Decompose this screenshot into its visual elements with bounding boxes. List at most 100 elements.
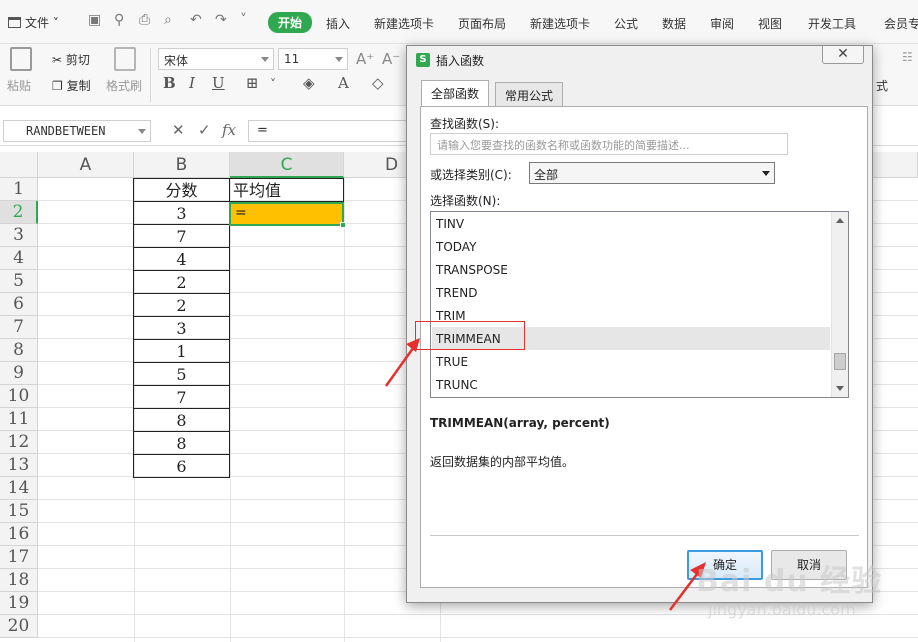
save-icon[interactable]: ▣ <box>88 12 101 28</box>
row-header[interactable]: 10 <box>0 385 38 408</box>
row-header[interactable]: 18 <box>0 569 38 592</box>
row-header[interactable]: 12 <box>0 431 38 454</box>
column-header-c[interactable]: C <box>230 152 344 178</box>
row-header[interactable]: 20 <box>0 615 38 638</box>
cancel-formula-icon[interactable]: ✕ <box>172 121 185 139</box>
cell-c1[interactable]: 平均值 <box>229 178 344 202</box>
scroll-down-icon[interactable] <box>836 386 844 391</box>
row-header[interactable]: 9 <box>0 362 38 385</box>
score-cell[interactable]: 7 <box>133 224 230 248</box>
score-cell[interactable]: 4 <box>133 247 230 271</box>
score-cell[interactable]: 5 <box>133 362 230 386</box>
italic-button[interactable]: I <box>189 74 195 92</box>
row-header[interactable]: 15 <box>0 500 38 523</box>
tab-common-formulas[interactable]: 常用公式 <box>495 82 564 106</box>
scroll-thumb[interactable] <box>834 353 846 370</box>
copy-button[interactable]: ❐ 复制 <box>52 77 91 94</box>
formula-input[interactable]: = <box>248 120 418 142</box>
font-name-select[interactable]: 宋体 <box>158 48 274 70</box>
score-cell[interactable]: 7 <box>133 385 230 409</box>
score-cell[interactable]: 2 <box>133 270 230 294</box>
category-select[interactable]: 全部 <box>529 162 775 184</box>
cloud-icon[interactable]: ⚲ <box>114 12 124 28</box>
tab-developer[interactable]: 开发工具 <box>808 15 856 32</box>
paste-icon[interactable] <box>10 47 32 71</box>
redo-icon[interactable]: ↷ <box>215 12 227 28</box>
scroll-up-icon[interactable] <box>836 218 844 223</box>
row-header[interactable]: 5 <box>0 270 38 293</box>
borders-dropdown-icon[interactable]: ˅ <box>270 77 276 91</box>
active-cell-c2[interactable]: = <box>229 202 346 228</box>
function-list-item[interactable]: TRUNC <box>432 373 830 396</box>
row-header[interactable]: 1 <box>0 178 38 201</box>
paste-button[interactable]: 粘贴 <box>7 77 31 94</box>
font-size-select[interactable]: 11 <box>278 48 348 70</box>
column-header-b[interactable]: B <box>134 152 230 178</box>
row-header[interactable]: 2 <box>0 201 38 224</box>
tab-member[interactable]: 会员专 <box>884 15 918 32</box>
name-box[interactable]: RANDBETWEEN <box>3 120 151 142</box>
tab-new-1[interactable]: 新建选项卡 <box>374 15 434 32</box>
row-header[interactable]: 19 <box>0 592 38 615</box>
tab-review[interactable]: 审阅 <box>710 15 734 32</box>
row-header[interactable]: 16 <box>0 523 38 546</box>
score-cell[interactable]: 3 <box>133 316 230 340</box>
file-menu[interactable]: 文件 ˅ <box>8 14 59 31</box>
dialog-title-bar[interactable]: S 插入函数 ✕ <box>407 46 872 74</box>
print-preview-icon[interactable]: ⌕ <box>164 12 172 28</box>
row-header[interactable]: 14 <box>0 477 38 500</box>
format-painter-icon[interactable] <box>114 47 136 71</box>
ribbon-more-icon[interactable]: ☷ <box>902 50 913 64</box>
function-search-input[interactable]: 请输入您要查找的函数名称或函数功能的简要描述... <box>430 133 788 155</box>
function-list-item[interactable]: TINV <box>432 212 830 235</box>
function-list-item[interactable]: TREND <box>432 281 830 304</box>
function-list-item[interactable]: TRUE <box>432 350 830 373</box>
cell-b1[interactable]: 分数 <box>133 178 230 202</box>
tab-data[interactable]: 数据 <box>662 15 686 32</box>
cut-button[interactable]: ✂ 剪切 <box>52 51 90 68</box>
clear-format-icon[interactable]: ◇ <box>372 74 384 92</box>
score-cell[interactable]: 6 <box>133 454 230 478</box>
font-color-icon[interactable]: A <box>338 74 349 92</box>
row-header[interactable]: 8 <box>0 339 38 362</box>
quick-access-more-icon[interactable]: ˅ <box>240 12 247 28</box>
score-cell[interactable]: 2 <box>133 293 230 317</box>
score-cell[interactable]: 8 <box>133 431 230 455</box>
insert-function-icon[interactable]: fx <box>222 121 236 139</box>
score-cell[interactable]: 3 <box>133 201 230 225</box>
row-header[interactable]: 6 <box>0 293 38 316</box>
borders-icon[interactable]: ⊞ <box>246 74 259 92</box>
row-header[interactable]: 13 <box>0 454 38 477</box>
column-header-a[interactable]: A <box>38 152 134 178</box>
select-all-corner[interactable] <box>0 152 38 178</box>
format-painter-button[interactable]: 格式刷 <box>106 77 142 94</box>
bold-button[interactable]: B <box>163 74 176 92</box>
tab-new-2[interactable]: 新建选项卡 <box>530 15 590 32</box>
score-cell[interactable]: 1 <box>133 339 230 363</box>
row-header[interactable]: 17 <box>0 546 38 569</box>
row-header[interactable]: 11 <box>0 408 38 431</box>
increase-font-icon[interactable]: A⁺ <box>356 50 374 68</box>
function-list-item[interactable]: TRANSPOSE <box>432 258 830 281</box>
close-button[interactable]: ✕ <box>822 46 864 64</box>
tab-home[interactable]: 开始 <box>268 12 313 33</box>
undo-icon[interactable]: ↶ <box>190 12 202 28</box>
row-header[interactable]: 3 <box>0 224 38 247</box>
row-header[interactable]: 7 <box>0 316 38 339</box>
function-list[interactable]: TINV TODAY TRANSPOSE TREND TRIM TRIMMEAN TRUE T… <box>430 211 849 398</box>
tab-view[interactable]: 视图 <box>758 15 782 32</box>
tab-insert[interactable]: 插入 <box>326 15 350 32</box>
function-list-scrollbar[interactable] <box>831 212 848 397</box>
row-header[interactable]: 4 <box>0 247 38 270</box>
function-list-item[interactable]: TODAY <box>432 235 830 258</box>
score-cell[interactable]: 8 <box>133 408 230 432</box>
decrease-font-icon[interactable]: A⁻ <box>382 50 400 68</box>
fill-handle[interactable] <box>340 222 346 228</box>
underline-button[interactable]: U <box>212 74 225 92</box>
tab-formulas[interactable]: 公式 <box>614 15 638 32</box>
tab-all-functions[interactable]: 全部函数 <box>421 80 490 107</box>
cell-style-button[interactable]: 式 <box>876 77 888 94</box>
tab-page-layout[interactable]: 页面布局 <box>458 15 506 32</box>
fill-color-icon[interactable]: ◈ <box>303 74 315 92</box>
print-icon[interactable]: ⎙ <box>139 12 150 28</box>
